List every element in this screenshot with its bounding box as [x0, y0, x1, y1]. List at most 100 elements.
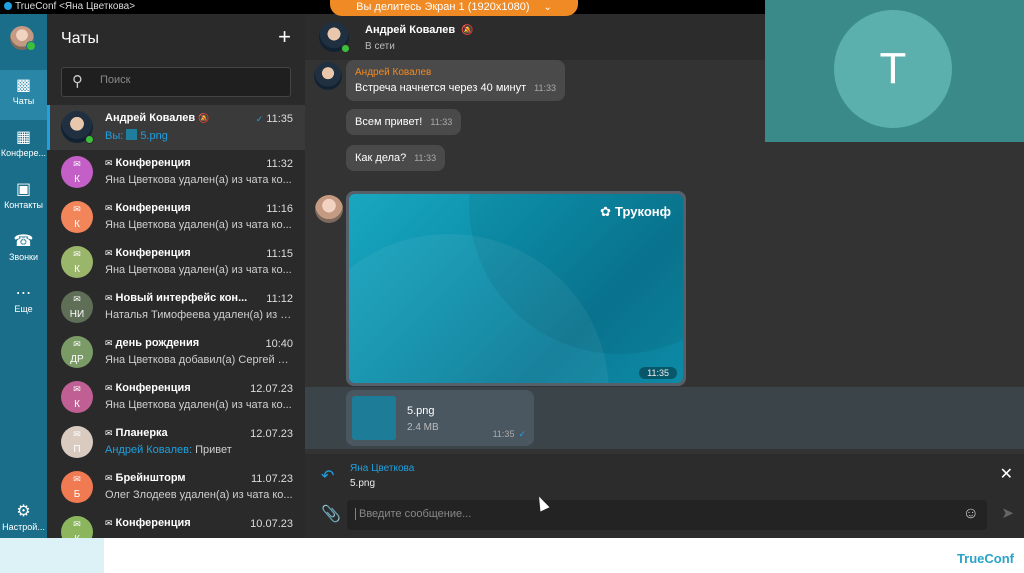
window-title: TrueConf <Яна Цветкова> [15, 1, 136, 12]
chat-list-title: Чаты [61, 30, 100, 47]
chat-item-preview: Яна Цветкова удален(а) из чата ко... [105, 219, 292, 231]
chat-item-name: ✉ Конференция [105, 382, 191, 394]
chat-item-name: ✉ Конференция [105, 247, 191, 259]
chat-item-time: 11:32 [266, 158, 293, 170]
video-tile[interactable]: T [765, 0, 1024, 142]
shared-image[interactable]: ✿ Труконф 11:35 [349, 194, 683, 383]
send-icon[interactable]: ➤ [1001, 504, 1014, 522]
chat-item[interactable]: ✉ П ✉ Планерка 12.07.23 Андрей Ковалев: Пр… [47, 420, 305, 465]
close-icon[interactable]: ✕ [1000, 464, 1013, 484]
chat-item-time: 11:12 [266, 293, 293, 305]
group-chat-icon: ✉ [73, 249, 81, 259]
image-message[interactable]: ✿ Труконф 11:35 [346, 191, 686, 386]
rail-item-chats[interactable]: ▩ Чаты [0, 70, 47, 120]
chat-item-time: 12.07.23 [250, 428, 293, 440]
message-time: 11:35 ✓ [492, 429, 526, 439]
message-time: 11:35 [639, 367, 677, 379]
screen-share-text: Вы делитесь Экран 1 (1920x1080) [356, 1, 530, 13]
group-chat-icon: ✉ [73, 429, 81, 439]
chat-item[interactable]: ✉ НИ ✉ Новый интерфейс кон... 11:12 Наталь… [47, 285, 305, 330]
message-text: Как дела? [355, 152, 407, 164]
rail-label-calls: Звонки [8, 252, 39, 262]
chat-item-name: ✉ день рождения [105, 337, 200, 349]
search-input[interactable] [100, 74, 280, 86]
message-time: 11:33 [534, 83, 556, 93]
new-chat-plus-icon[interactable]: + [278, 24, 291, 50]
group-chat-icon: ✉ [73, 204, 81, 214]
avatar: ✉К [61, 516, 93, 538]
sender-avatar [315, 195, 343, 223]
chat-item[interactable]: ✉К ✉Конференция 10.07.23 [47, 510, 305, 538]
group-chat-icon: ✉ [105, 383, 113, 393]
rail-item-calls[interactable]: ☎ Звонки [0, 226, 47, 276]
screen-share-banner[interactable]: Вы делитесь Экран 1 (1920x1080) ⌄ [330, 0, 578, 16]
chat-item-andrey[interactable]: Андрей Ковалев 🔕 ✓ 11:35 Вы: 5.png [47, 105, 305, 150]
rail-item-conferences[interactable]: ▦ Конфере... [0, 122, 47, 172]
chat-item-preview: Андрей Ковалев: Привет [105, 444, 232, 456]
chat-list-panel: Чаты + ⚲ Андрей Ковалев 🔕 ✓11:35 Вы:5.pn… [47, 14, 305, 538]
rail-label-contacts: Контакты [4, 200, 43, 210]
message-text: Встреча начнется через 40 минут [355, 82, 527, 94]
rail-item-more[interactable]: ⋯ Еще [0, 278, 47, 328]
contact-avatar[interactable] [319, 22, 350, 53]
chat-item-preview: Яна Цветкова удален(а) из чата ко... [105, 174, 292, 186]
message-text: Всем привет! [355, 116, 423, 128]
rail-label-more: Еще [14, 304, 33, 314]
group-chat-icon: ✉ [73, 384, 81, 394]
trueconf-logo-icon [4, 2, 12, 10]
message-bubble[interactable]: Как дела? 11:33 [346, 145, 446, 171]
phone-icon: ☎ [13, 233, 34, 250]
chat-item[interactable]: ✉ ДР ✉ день рождения 10:40 Яна Цветкова до… [47, 330, 305, 375]
message-bubble[interactable]: Всем привет! 11:33 [346, 109, 462, 135]
group-chat-icon: ✉ [105, 518, 113, 528]
file-name: 5.png [407, 405, 435, 417]
chat-item-name: ✉ Конференция [105, 157, 191, 169]
search-icon: ⚲ [72, 73, 83, 90]
chevron-down-icon[interactable]: ⌄ [544, 2, 552, 13]
message-bubble[interactable]: Андрей Ковалев Встреча начнется через 40… [346, 60, 565, 101]
group-chat-icon: ✉ [105, 293, 113, 303]
my-avatar[interactable] [10, 26, 36, 51]
rail-item-contacts[interactable]: ▣ Контакты [0, 174, 47, 224]
reply-text: 5.png [350, 478, 376, 489]
message-input-box[interactable]: ☺ [347, 500, 987, 530]
group-chat-icon: ✉ [105, 158, 113, 168]
chat-item[interactable]: ✉ К ✉ Конференция 11:15 Яна Цветкова удале… [47, 240, 305, 285]
reply-preview: ↶ Яна Цветкова 5.png ✕ [305, 454, 1024, 494]
chat-item-time: ✓ 11:35 [255, 113, 293, 125]
message-input[interactable] [355, 508, 935, 520]
footer-fade [0, 538, 104, 573]
group-chat-icon: ✉ [73, 294, 81, 304]
chat-item[interactable]: ✉ К ✉ Конференция 11:32 Яна Цветкова удале… [47, 150, 305, 195]
chat-item-preview: Яна Цветкова удален(а) из чата ко... [105, 399, 292, 411]
message-composer: 📎 ☺ ➤ [305, 494, 1024, 538]
emoji-icon[interactable]: ☺ [963, 505, 979, 523]
contact-status: В сети [365, 41, 395, 52]
group-chat-icon: ✉ [105, 473, 113, 483]
chat-item-time: 11:15 [266, 248, 293, 260]
trueconf-brand: TrueConf [956, 551, 1014, 566]
reply-arrow-icon: ↶ [321, 468, 335, 485]
chat-item[interactable]: ✉ К ✉ Конференция 12.07.23 Яна Цветкова уд… [47, 375, 305, 420]
selected-message-row[interactable]: 5.png 2.4 MB 11:35 ✓ [305, 387, 1024, 449]
chat-item-name: ✉ Планерка [105, 427, 168, 439]
sent-check-icon: ✓ [518, 429, 526, 439]
group-chat-icon: ✉ [73, 474, 81, 484]
chat-item-time: 10.07.23 [250, 518, 293, 530]
chat-item-preview: Яна Цветкова удален(а) из чата ко... [105, 264, 292, 276]
contact-name: Андрей Ковалев 🔕 [365, 24, 474, 36]
chat-item-preview: Вы: 5.png [105, 129, 168, 142]
chat-item[interactable]: ✉ К ✉ Конференция 11:16 Яна Цветкова удале… [47, 195, 305, 240]
chat-item-name: Андрей Ковалев 🔕 [105, 112, 210, 124]
image-brand-logo: ✿ Труконф [600, 204, 671, 219]
reply-author: Яна Цветкова [350, 463, 415, 474]
rail-label-conferences: Конфере... [0, 148, 47, 158]
gear-icon: ⚙ [16, 503, 31, 520]
chat-search[interactable]: ⚲ [61, 67, 291, 97]
avatar: ✉ П [61, 426, 93, 458]
file-message[interactable]: 5.png 2.4 MB 11:35 ✓ [346, 390, 534, 446]
chat-item[interactable]: ✉ Б ✉ Брейншторм 11.07.23 Олег Злодеев уда… [47, 465, 305, 510]
avatar [61, 111, 94, 144]
attach-paperclip-icon[interactable]: 📎 [321, 504, 341, 524]
avatar: ✉К [61, 156, 93, 188]
